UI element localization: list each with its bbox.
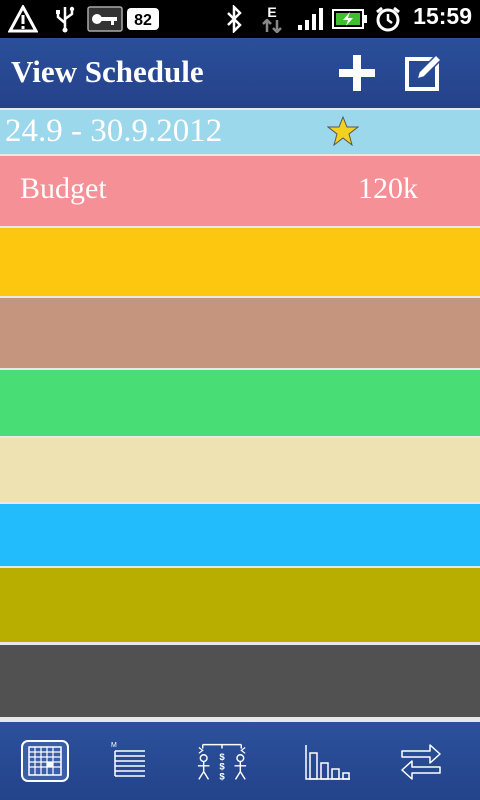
swap-arrows-icon (401, 744, 441, 780)
status-bar: 82 E 15:59 (0, 0, 480, 38)
schedule-row[interactable] (0, 645, 480, 717)
usb-icon (52, 4, 78, 34)
bluetooth-icon (222, 4, 246, 34)
battery-level-text: 82 (134, 12, 152, 29)
signal-icon (296, 4, 326, 34)
warning-icon (6, 4, 40, 34)
edit-icon (405, 53, 443, 91)
schedule-row[interactable] (0, 504, 480, 566)
date-range-row[interactable]: 24.9 - 30.9.2012 (0, 110, 480, 154)
star-icon[interactable] (327, 116, 359, 146)
list-icon: M (111, 742, 145, 777)
calendar-grid-icon (21, 740, 69, 782)
bottom-nav: M $ $ $ (0, 722, 480, 800)
status-clock: 15:59 (413, 3, 472, 29)
bar-chart-icon (305, 745, 350, 780)
network-type-label: E (267, 4, 277, 20)
schedule-row[interactable] (0, 228, 480, 296)
schedule-row-budget[interactable]: Budget 120k (0, 156, 480, 226)
battery-level-icon: 82 (126, 4, 160, 34)
plus-icon (339, 55, 375, 91)
swap-button[interactable] (394, 736, 448, 786)
schedule-row[interactable] (0, 370, 480, 436)
debug-key-icon (86, 4, 124, 34)
row-label: Budget (20, 172, 107, 205)
schedule-row[interactable] (0, 438, 480, 502)
svg-text:M: M (111, 742, 117, 749)
svg-text:$: $ (219, 771, 225, 782)
date-range-label: 24.9 - 30.9.2012 (5, 113, 223, 149)
add-button[interactable] (334, 50, 380, 96)
network-data-icon: E (258, 4, 286, 34)
alarm-icon (373, 4, 403, 34)
page-title: View Schedule (11, 54, 204, 89)
calendar-grid-button[interactable] (18, 736, 72, 786)
schedule-row[interactable] (0, 568, 480, 642)
list-view-button[interactable]: M (100, 736, 154, 786)
budget-people-button[interactable]: $ $ $ (195, 736, 249, 786)
edit-button[interactable] (400, 50, 446, 96)
people-budget-icon: $ $ $ (197, 743, 247, 782)
row-value: 120k (358, 172, 418, 205)
chart-button[interactable] (300, 736, 354, 786)
schedule-row[interactable] (0, 298, 480, 368)
title-bar: View Schedule (0, 38, 480, 108)
battery-charging-icon (332, 4, 368, 34)
